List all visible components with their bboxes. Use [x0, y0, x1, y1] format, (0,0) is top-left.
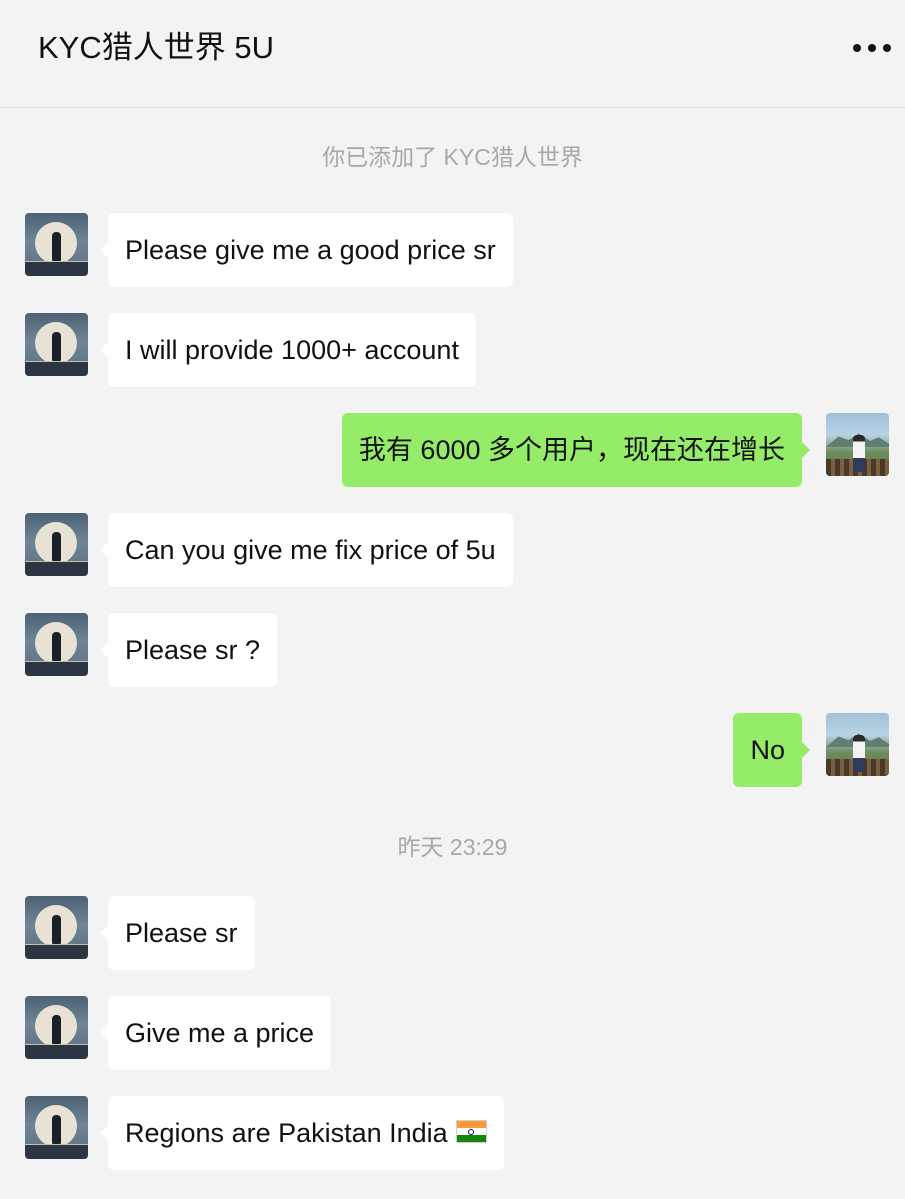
india-flag-icon: [455, 1120, 487, 1144]
incoming-message-bubble[interactable]: Give me a price: [99, 996, 332, 1070]
incoming-message-bubble[interactable]: Please sr ?: [99, 613, 278, 687]
contact-avatar[interactable]: [25, 896, 88, 959]
contact-avatar[interactable]: [25, 513, 88, 576]
timestamp-label: 昨天 23:29: [397, 834, 508, 860]
system-added-notice: 你已添加了 KYC猎人世界: [322, 144, 583, 170]
more-dots-icon: [853, 44, 861, 52]
contact-avatar[interactable]: [25, 1096, 88, 1159]
incoming-message-bubble[interactable]: Regions are Pakistan India: [100, 1096, 504, 1170]
more-options-button[interactable]: [853, 33, 891, 63]
user-avatar[interactable]: [826, 713, 889, 776]
more-dots-icon: [883, 44, 891, 52]
outgoing-message-bubble[interactable]: No: [733, 713, 810, 787]
contact-avatar[interactable]: [25, 996, 88, 1059]
chat-title: KYC猎人世界 5U: [38, 30, 274, 65]
user-avatar[interactable]: [826, 413, 889, 476]
message-text: Regions are Pakistan India: [125, 1118, 448, 1148]
outgoing-message-bubble[interactable]: 我有 6000 多个用户，现在还在增长: [341, 413, 811, 487]
chat-header: KYC猎人世界 5U: [0, 0, 905, 108]
more-dots-icon: [868, 44, 876, 52]
incoming-message-bubble[interactable]: Can you give me fix price of 5u: [100, 513, 513, 587]
incoming-message-bubble[interactable]: Please sr: [100, 896, 255, 970]
incoming-message-bubble[interactable]: Please give me a good price sr: [100, 213, 513, 287]
contact-avatar[interactable]: [25, 213, 88, 276]
contact-avatar[interactable]: [25, 313, 88, 376]
contact-avatar[interactable]: [25, 613, 88, 676]
incoming-message-bubble[interactable]: I will provide 1000+ account: [100, 313, 476, 387]
